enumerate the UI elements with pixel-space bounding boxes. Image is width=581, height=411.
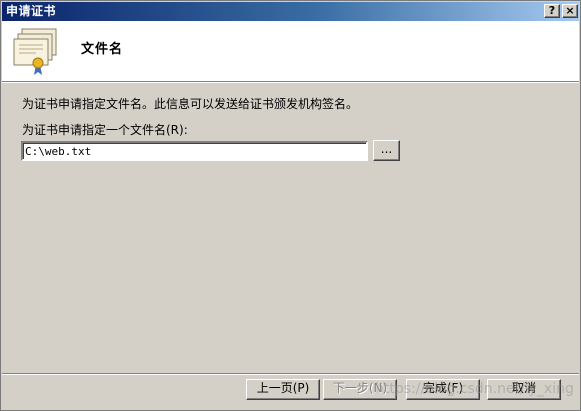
- certificate-request-dialog: 申请证书 ? × 文件名 为证书申请指定文件名。此信息可以发送给证书颁发机构签名…: [0, 0, 581, 411]
- description-text: 为证书申请指定文件名。此信息可以发送给证书颁发机构签名。: [22, 97, 359, 111]
- close-button[interactable]: ×: [562, 4, 578, 18]
- finish-button[interactable]: 完成(F): [406, 379, 480, 400]
- help-button[interactable]: ?: [544, 4, 560, 18]
- certificate-icon: [13, 28, 57, 75]
- cancel-button[interactable]: 取消: [487, 379, 561, 400]
- footer-divider: [2, 373, 579, 375]
- filename-label: 为证书申请指定一个文件名(R):: [22, 123, 188, 137]
- wizard-header: 文件名: [2, 21, 579, 81]
- window-title: 申请证书: [6, 4, 57, 18]
- browse-button[interactable]: ...: [373, 140, 400, 161]
- page-title: 文件名: [81, 42, 124, 57]
- next-button: 下一步(N): [323, 379, 397, 400]
- filename-input[interactable]: [21, 141, 368, 161]
- header-divider: [2, 81, 579, 83]
- back-button[interactable]: 上一页(P): [246, 379, 320, 400]
- title-bar[interactable]: 申请证书 ? ×: [2, 2, 579, 21]
